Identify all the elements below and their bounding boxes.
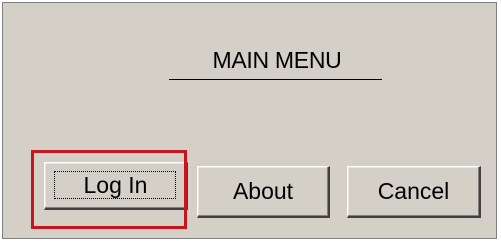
log-in-button[interactable]: Log In <box>44 162 188 210</box>
cancel-button-label: Cancel <box>377 178 450 204</box>
cancel-button[interactable]: Cancel <box>347 166 481 218</box>
title-underline <box>169 79 382 80</box>
log-in-button-label: Log In <box>83 172 148 198</box>
about-button[interactable]: About <box>197 166 330 218</box>
about-button-label: About <box>232 178 294 204</box>
page-title: MAIN MENU <box>212 47 342 73</box>
main-menu-window: MAIN MENU Log In About Cancel <box>2 2 497 239</box>
